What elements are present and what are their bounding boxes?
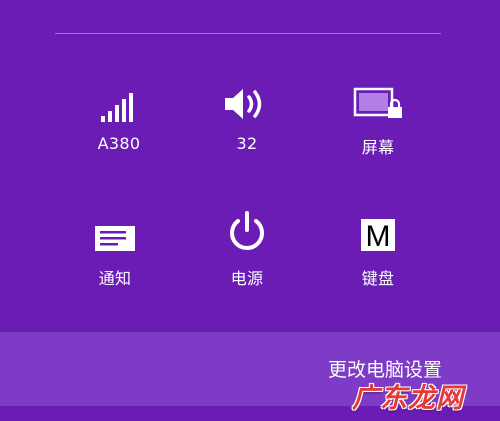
screen-lock-icon <box>348 82 408 122</box>
tile-volume-label: 32 <box>236 134 258 153</box>
keyboard-icon-glyph: M <box>366 220 391 253</box>
tile-screen[interactable]: 屏幕 <box>323 82 433 172</box>
watermark: 广东龙网 <box>352 383 464 414</box>
tile-power-label: 电源 <box>230 269 264 288</box>
network-signal-icon <box>89 82 149 122</box>
tile-power[interactable]: 电源 <box>192 211 302 303</box>
tile-network[interactable]: A380 <box>64 82 174 172</box>
tile-keyboard-label: 键盘 <box>361 269 395 288</box>
tile-notifications-label: 通知 <box>98 269 132 288</box>
keyboard-icon: M <box>348 213 408 253</box>
tile-network-label: A380 <box>97 134 141 153</box>
tile-notifications[interactable]: 通知 <box>60 213 170 303</box>
notifications-icon <box>85 213 145 253</box>
tile-volume[interactable]: 32 <box>192 82 302 172</box>
top-divider <box>55 33 441 34</box>
volume-icon <box>217 82 277 122</box>
tile-keyboard[interactable]: M 键盘 <box>323 213 433 303</box>
power-icon <box>217 211 277 253</box>
tile-screen-label: 屏幕 <box>361 138 395 157</box>
